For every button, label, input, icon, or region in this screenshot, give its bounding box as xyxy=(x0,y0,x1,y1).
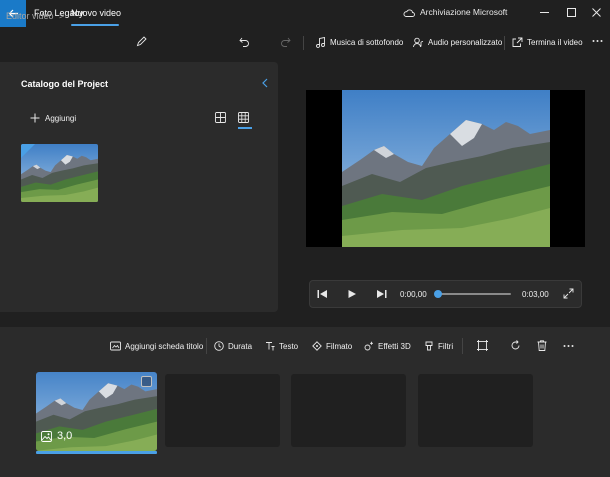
undo-button[interactable] xyxy=(239,36,250,47)
cloud-storage-status[interactable]: Archiviazione Microsoft xyxy=(403,7,507,17)
total-time: 0:03,00 xyxy=(522,290,549,299)
effects-3d-button[interactable]: Effetti 3D xyxy=(364,341,411,351)
view-selected-indicator xyxy=(238,127,252,129)
add-title-card-button[interactable]: Aggiungi scheda titolo xyxy=(110,341,203,351)
custom-audio-button[interactable]: Audio personalizzato xyxy=(413,37,502,48)
background-music-button[interactable]: Musica di sottofondo xyxy=(316,37,403,48)
maximize-icon xyxy=(566,7,576,17)
landscape-preview-image xyxy=(342,90,550,247)
rotate-icon xyxy=(511,340,520,350)
play-icon xyxy=(348,290,356,298)
close-icon xyxy=(591,7,601,17)
rotate-button[interactable] xyxy=(510,340,521,351)
current-time: 0:00,00 xyxy=(400,290,427,299)
clock-icon xyxy=(214,341,224,351)
crop-button[interactable] xyxy=(477,340,488,351)
more-icon xyxy=(563,345,574,347)
added-corner-icon xyxy=(21,144,35,158)
skip-back-icon xyxy=(317,290,327,298)
rename-button[interactable] xyxy=(136,36,147,47)
export-icon xyxy=(512,37,523,47)
motion-icon xyxy=(312,341,322,351)
finish-video-label: Termina il video xyxy=(527,38,583,47)
media-thumbnail[interactable] xyxy=(21,144,98,202)
background-music-label: Musica di sottofondo xyxy=(330,38,404,47)
text-icon xyxy=(266,342,275,351)
image-icon xyxy=(41,430,52,442)
redo-icon xyxy=(281,37,291,47)
text-button[interactable]: Testo xyxy=(265,341,298,351)
clip-duration: 3,0 xyxy=(41,430,72,442)
next-frame-button[interactable] xyxy=(376,289,387,299)
storyboard-divider xyxy=(462,338,463,354)
music-note-icon xyxy=(316,37,325,48)
add-title-card-label: Aggiungi scheda titolo xyxy=(125,341,204,351)
expand-icon xyxy=(563,288,574,299)
clip-selected-indicator xyxy=(36,451,157,454)
empty-storyboard-slot[interactable] xyxy=(291,374,406,447)
filter-icon xyxy=(425,341,433,351)
sparkle-icon xyxy=(364,341,373,351)
filters-button[interactable]: Filtri xyxy=(424,341,453,351)
cloud-label: Archiviazione Microsoft xyxy=(420,7,508,17)
breadcrumb-underline xyxy=(71,24,119,26)
cloud-icon xyxy=(403,9,415,17)
motion-label: Filmato xyxy=(326,341,353,351)
maximize-button[interactable] xyxy=(557,0,585,24)
seek-bar[interactable] xyxy=(438,293,511,295)
clip-select-checkbox[interactable] xyxy=(141,376,152,387)
toolbar-divider xyxy=(303,36,304,50)
finish-video-button[interactable]: Termina il video xyxy=(512,37,583,48)
motion-button[interactable]: Filmato xyxy=(312,341,352,351)
trash-icon xyxy=(537,340,547,351)
close-button[interactable] xyxy=(582,0,610,24)
project-library-title: Catalogo del Project xyxy=(21,79,109,89)
redo-button[interactable] xyxy=(280,36,291,47)
effects-3d-label: Effetti 3D xyxy=(378,341,411,351)
plus-icon xyxy=(30,113,40,123)
empty-storyboard-slot[interactable] xyxy=(418,374,533,447)
filters-label: Filtri xyxy=(438,341,454,351)
custom-audio-icon xyxy=(413,37,424,48)
view-small-grid-button[interactable] xyxy=(238,112,249,123)
view-large-grid-button[interactable] xyxy=(215,112,226,123)
breadcrumb-separator: > xyxy=(59,11,65,21)
pencil-icon xyxy=(136,36,147,47)
previous-frame-button[interactable] xyxy=(317,289,328,299)
breadcrumb-root[interactable]: Editor video xyxy=(6,11,54,21)
collapse-library-button[interactable] xyxy=(261,78,269,88)
undo-icon xyxy=(239,37,249,47)
custom-audio-label: Audio personalizzato xyxy=(428,38,503,47)
toolbar-divider xyxy=(504,36,505,50)
breadcrumb-current[interactable]: Nuovo video xyxy=(71,8,121,18)
add-media-label: Aggiungi xyxy=(45,113,77,123)
preview-image xyxy=(342,90,550,247)
play-button[interactable] xyxy=(347,289,357,299)
storyboard-divider xyxy=(206,338,207,354)
empty-storyboard-slot[interactable] xyxy=(165,374,280,447)
add-media-button[interactable]: Aggiungi xyxy=(30,113,76,123)
text-label: Testo xyxy=(279,341,299,351)
minimize-button[interactable] xyxy=(530,0,558,24)
storyboard-more-button[interactable] xyxy=(563,342,574,350)
title-card-icon xyxy=(110,341,121,351)
duration-label: Durata xyxy=(228,341,253,351)
chevron-left-icon xyxy=(262,78,268,88)
skip-forward-icon xyxy=(377,290,387,298)
seek-thumb[interactable] xyxy=(434,290,442,298)
large-grid-icon xyxy=(215,112,226,123)
duration-button[interactable]: Durata xyxy=(214,341,252,351)
more-icon xyxy=(592,40,603,42)
fullscreen-button[interactable] xyxy=(563,288,574,299)
delete-button[interactable] xyxy=(537,340,547,351)
minimize-icon xyxy=(539,11,549,13)
more-options-button[interactable] xyxy=(592,37,603,45)
clip-duration-value: 3,0 xyxy=(57,430,73,442)
small-grid-icon xyxy=(238,112,249,123)
crop-icon xyxy=(477,340,488,351)
